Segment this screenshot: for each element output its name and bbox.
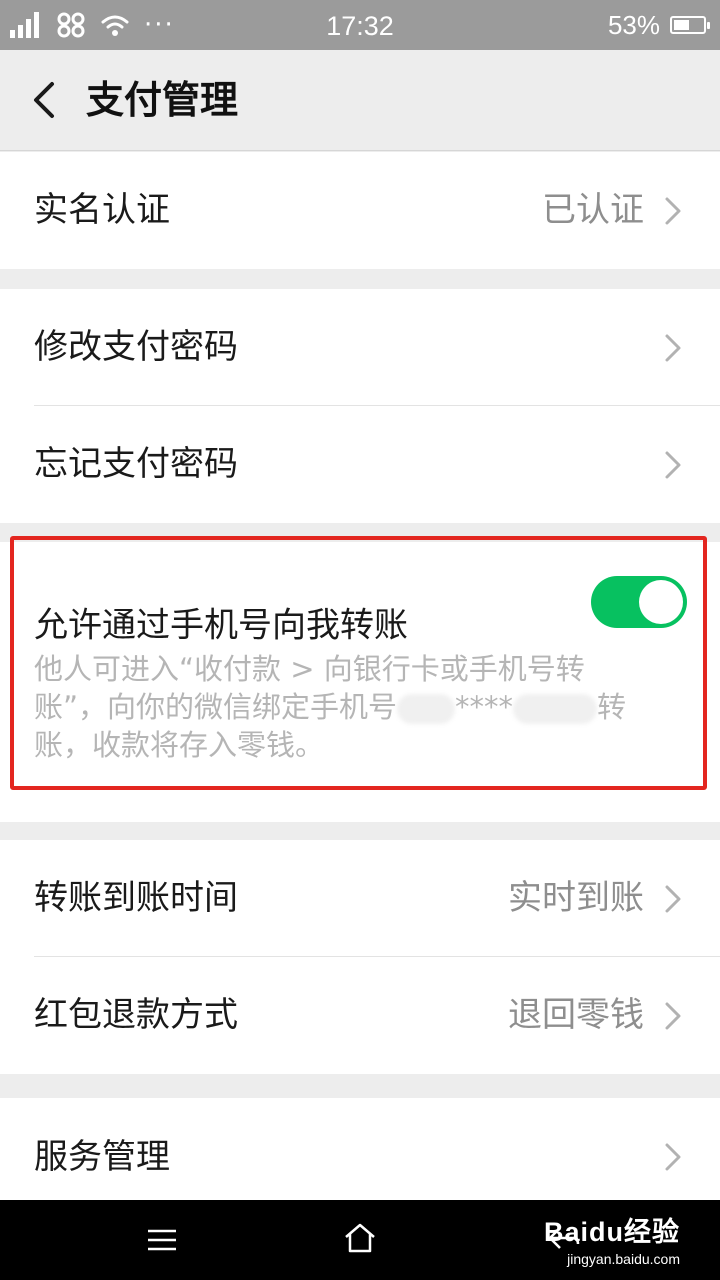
chevron-right-icon (665, 451, 681, 479)
arrival-time-label: 转账到账时间 (34, 878, 238, 918)
service-management-label: 服务管理 (34, 1137, 170, 1177)
change-password-label: 修改支付密码 (34, 327, 238, 367)
forgot-password-row[interactable]: 忘记支付密码 (0, 406, 720, 523)
status-bar: ··· 17:32 53% (0, 0, 720, 50)
realname-group: 实名认证 已认证 (0, 152, 720, 269)
refund-method-value: 退回零钱 (508, 995, 644, 1035)
arrival-time-value: 实时到账 (508, 878, 644, 918)
watermark-url: jingyan.baidu.com (567, 1251, 680, 1267)
arrival-time-row[interactable]: 转账到账时间 实时到账 (0, 840, 720, 957)
chevron-right-icon (665, 1002, 681, 1030)
chevron-right-icon (665, 334, 681, 362)
refund-method-label: 红包退款方式 (34, 995, 238, 1035)
refund-method-row[interactable]: 红包退款方式 退回零钱 (0, 957, 720, 1074)
battery-level (674, 20, 689, 30)
forgot-password-label: 忘记支付密码 (34, 444, 238, 484)
service-group: 服务管理 (0, 1098, 720, 1200)
chevron-right-icon (665, 197, 681, 225)
chevron-right-icon (665, 885, 681, 913)
page-title: 支付管理 (86, 78, 239, 122)
back-arrow-icon[interactable] (24, 78, 64, 122)
battery-percent: 53% (607, 9, 660, 40)
service-management-row[interactable]: 服务管理 (0, 1098, 720, 1200)
realname-status: 已认证 (542, 190, 644, 230)
watermark-brand: Baidu经验 (543, 1217, 680, 1247)
baidu-watermark: Baidu经验 jingyan.baidu.com (544, 1210, 680, 1267)
change-password-row[interactable]: 修改支付密码 (0, 289, 720, 406)
realname-label: 实名认证 (34, 190, 170, 230)
password-group: 修改支付密码 忘记支付密码 (0, 289, 720, 523)
home-icon[interactable] (343, 1222, 377, 1254)
transfer-group: 转账到账时间 实时到账 红包退款方式 退回零钱 (0, 840, 720, 1074)
menu-icon[interactable] (146, 1228, 178, 1252)
battery-icon (670, 16, 710, 34)
nav-header: 支付管理 (0, 50, 720, 151)
highlight-box (10, 536, 707, 790)
realname-row[interactable]: 实名认证 已认证 (0, 152, 720, 269)
chevron-right-icon (665, 1143, 681, 1171)
